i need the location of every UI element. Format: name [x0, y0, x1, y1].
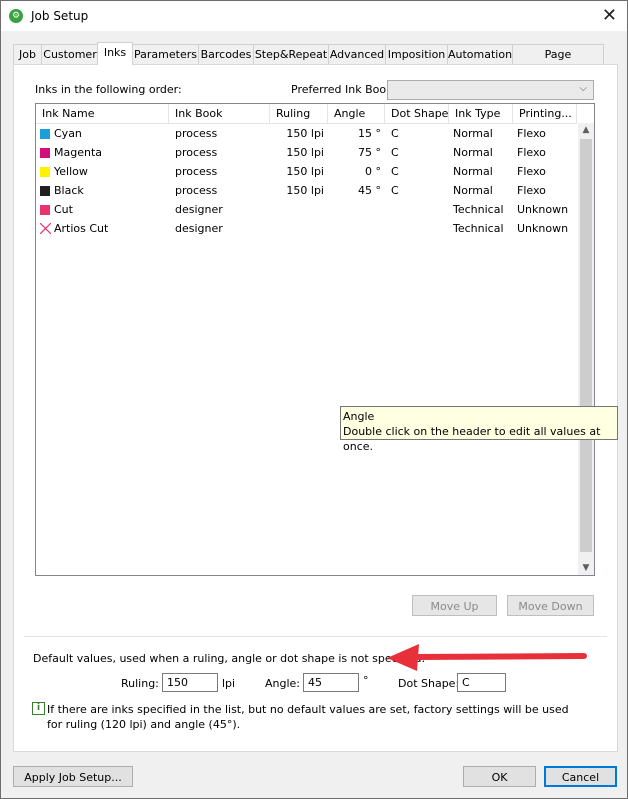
apply-job-setup-button[interactable]: Apply Job Setup... [13, 766, 133, 787]
tooltip-text: Double click on the header to edit all v… [343, 425, 601, 453]
job-setup-dialog: ⚙ Job Setup ✕ Job Customer Inks Paramete… [0, 0, 628, 799]
angle-tooltip: Angle Double click on the header to edit… [340, 406, 618, 453]
tooltip-title: Angle [343, 410, 375, 423]
ok-button[interactable]: OK [463, 766, 536, 787]
info-icon: i [32, 702, 45, 715]
cancel-button[interactable]: Cancel [544, 766, 617, 787]
factory-settings-note: If there are inks specified in the list,… [47, 703, 569, 731]
red-annotation-arrow [387, 644, 587, 671]
